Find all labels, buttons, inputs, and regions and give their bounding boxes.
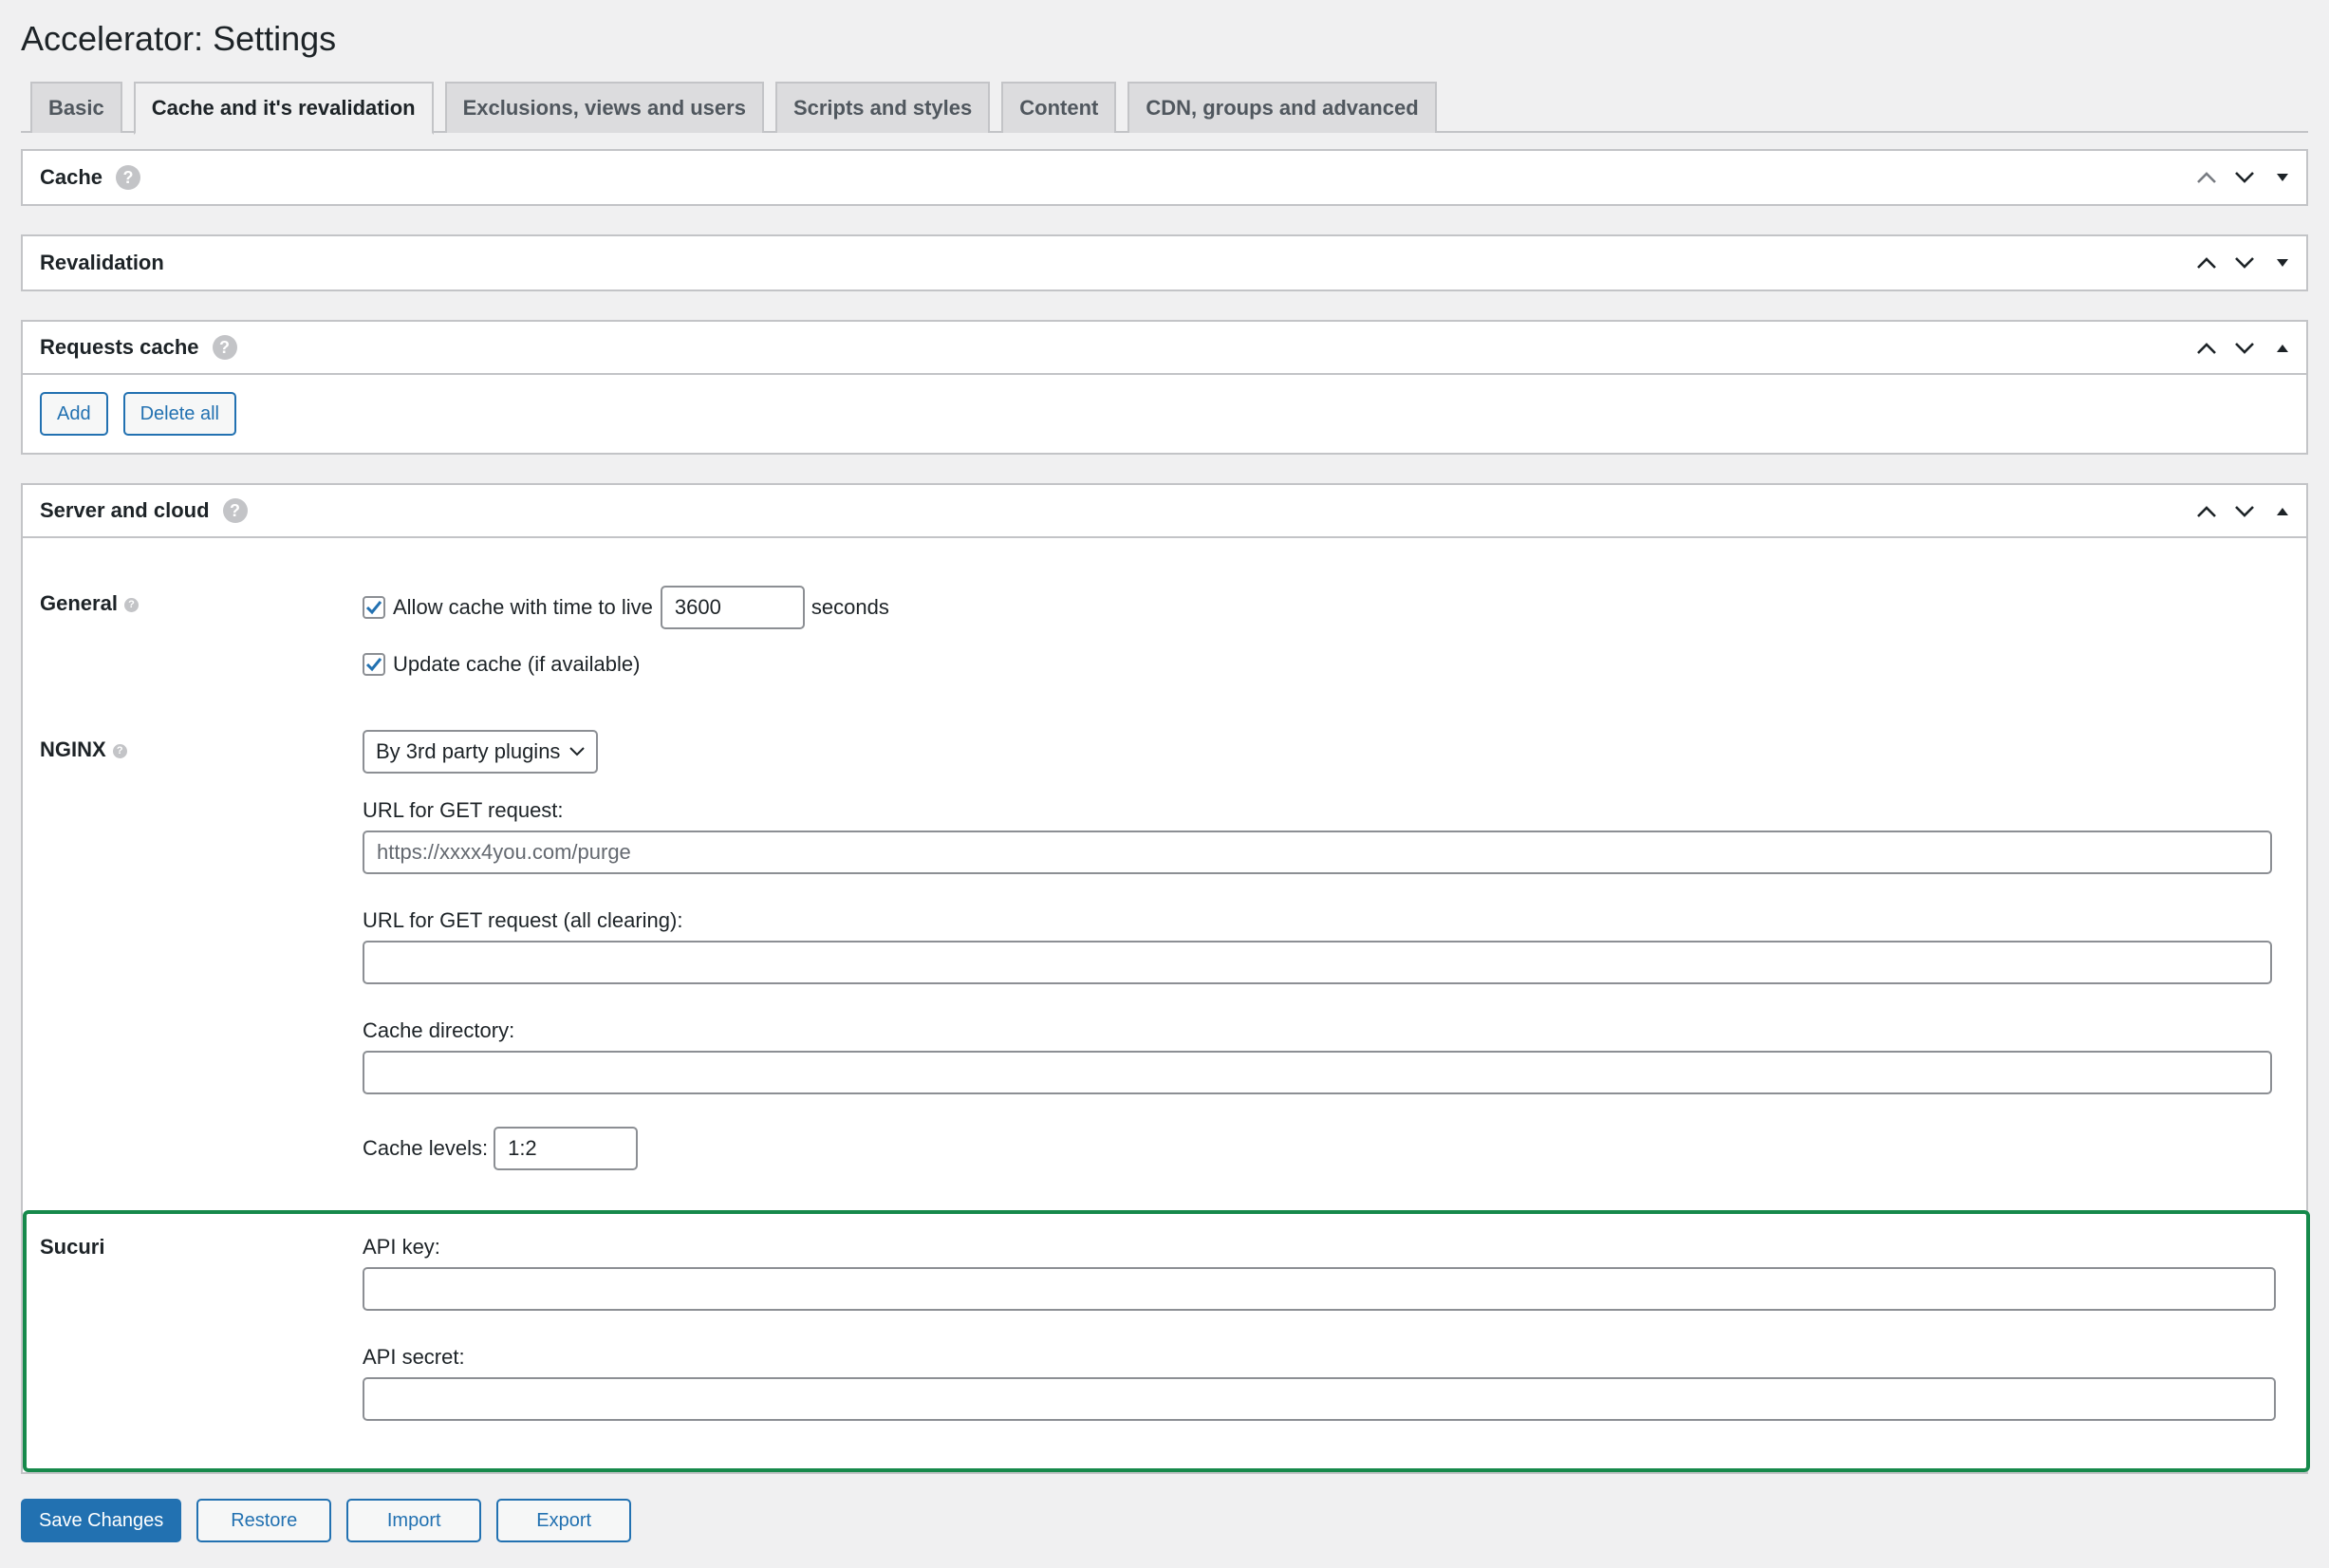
sucuri-section: Sucuri API key: API secret: (23, 1210, 2310, 1472)
server-cloud-box-title: Server and cloud (40, 498, 210, 522)
cache-box: Cache ? (21, 149, 2308, 206)
requests-cache-box: Requests cache ? Add Delete all (21, 320, 2308, 455)
move-down-icon[interactable] (2232, 251, 2257, 275)
move-up-icon[interactable] (2194, 499, 2219, 524)
sucuri-row: Sucuri API key: API secret: (27, 1235, 2306, 1421)
server-cloud-box: Server and cloud ? General? Allow cache … (21, 483, 2310, 1474)
chevron-down-icon (569, 747, 586, 756)
api-secret-label: API secret: (363, 1345, 465, 1369)
server-cloud-body: General? Allow cache with time to live 3… (23, 538, 2310, 1472)
nginx-fields: By 3rd party plugins URL for GET request… (363, 730, 2289, 1170)
allow-cache-line: Allow cache with time to live 3600 secon… (363, 586, 2272, 629)
box-controls (2194, 151, 2295, 204)
export-button[interactable]: Export (496, 1499, 632, 1542)
url-get-label: URL for GET request: (363, 798, 564, 822)
help-icon[interactable]: ? (112, 743, 127, 758)
import-button[interactable]: Import (346, 1499, 482, 1542)
ttl-input[interactable]: 3600 (660, 586, 805, 629)
requests-cache-body: Add Delete all (23, 375, 2306, 453)
url-get-all-input[interactable] (363, 941, 2272, 984)
box-controls (2194, 236, 2295, 289)
move-up-icon[interactable] (2194, 251, 2219, 275)
requests-cache-box-title: Requests cache (40, 335, 199, 359)
form-actions: Save Changes Restore Import Export (21, 1499, 2308, 1542)
box-controls (2194, 485, 2295, 538)
help-icon[interactable]: ? (123, 597, 139, 612)
sucuri-label: Sucuri (40, 1235, 105, 1259)
url-get-all-label: URL for GET request (all clearing): (363, 908, 683, 932)
tab-scripts-styles[interactable]: Scripts and styles (774, 82, 991, 133)
cache-dir-label: Cache directory: (363, 1018, 515, 1042)
add-button[interactable]: Add (40, 392, 108, 436)
update-cache-line: Update cache (if available) (363, 652, 2272, 677)
cache-dir-input[interactable] (363, 1051, 2272, 1094)
nginx-row: NGINX? By 3rd party plugins URL for GET … (23, 677, 2306, 1170)
move-down-icon[interactable] (2232, 499, 2257, 524)
requests-cache-box-header[interactable]: Requests cache ? (23, 322, 2306, 375)
nginx-label: NGINX (40, 737, 106, 761)
move-up-icon[interactable] (2194, 165, 2219, 190)
move-down-icon[interactable] (2232, 165, 2257, 190)
cache-levels-line: Cache levels: 1:2 (363, 1127, 2272, 1170)
cache-levels-input[interactable]: 1:2 (494, 1127, 639, 1170)
api-key-label: API key: (363, 1235, 440, 1259)
help-icon[interactable]: ? (222, 498, 248, 523)
nginx-mode-selected: By 3rd party plugins (376, 739, 561, 763)
api-secret-input[interactable] (363, 1377, 2276, 1421)
help-icon[interactable]: ? (116, 165, 141, 190)
update-cache-label: Update cache (if available) (393, 652, 641, 676)
cache-box-title: Cache (40, 165, 103, 189)
ttl-unit: seconds (810, 595, 889, 619)
toggle-collapse-icon[interactable] (2270, 336, 2295, 361)
nginx-mode-select[interactable]: By 3rd party plugins (363, 730, 599, 774)
url-get-input[interactable]: https://xxxx4you.com/purge (363, 831, 2272, 874)
settings-page: Accelerator: Settings Basic Cache and it… (0, 0, 2329, 1542)
delete-all-button[interactable]: Delete all (122, 392, 236, 436)
move-down-icon[interactable] (2232, 336, 2257, 361)
api-key-input[interactable] (363, 1267, 2276, 1311)
revalidation-box-header[interactable]: Revalidation (23, 236, 2306, 289)
tab-cdn-groups-advanced[interactable]: CDN, groups and advanced (1127, 82, 1437, 133)
box-controls (2194, 322, 2295, 375)
toggle-collapse-icon[interactable] (2270, 499, 2295, 524)
general-label: General (40, 591, 118, 615)
tab-content[interactable]: Content (1001, 82, 1117, 133)
page-title: Accelerator: Settings (21, 19, 337, 58)
tab-basic[interactable]: Basic (30, 82, 122, 133)
allow-cache-label: Allow cache with time to live (393, 595, 653, 619)
toggle-expand-icon[interactable] (2270, 165, 2295, 190)
tab-exclusions[interactable]: Exclusions, views and users (444, 82, 764, 133)
revalidation-box: Revalidation (21, 234, 2308, 291)
update-cache-checkbox[interactable] (363, 653, 385, 676)
cache-box-header[interactable]: Cache ? (23, 151, 2306, 204)
toggle-expand-icon[interactable] (2270, 251, 2295, 275)
allow-cache-checkbox[interactable] (363, 596, 385, 619)
nginx-label-wrap: NGINX? (40, 730, 363, 1170)
move-up-icon[interactable] (2194, 336, 2219, 361)
cache-levels-label: Cache levels: (363, 1136, 489, 1160)
general-label-wrap: General? (40, 586, 363, 677)
server-cloud-box-header[interactable]: Server and cloud ? (23, 485, 2306, 538)
sucuri-fields: API key: API secret: (363, 1235, 2289, 1421)
revalidation-box-title: Revalidation (40, 251, 164, 274)
help-icon[interactable]: ? (212, 335, 237, 360)
save-changes-button[interactable]: Save Changes (21, 1499, 182, 1542)
general-row: General? Allow cache with time to live 3… (23, 538, 2306, 677)
tab-cache-revalidation[interactable]: Cache and it's revalidation (133, 82, 434, 135)
tab-bar: Basic Cache and it's revalidation Exclus… (21, 82, 2308, 135)
restore-button[interactable]: Restore (196, 1499, 332, 1542)
general-fields: Allow cache with time to live 3600 secon… (363, 586, 2289, 677)
